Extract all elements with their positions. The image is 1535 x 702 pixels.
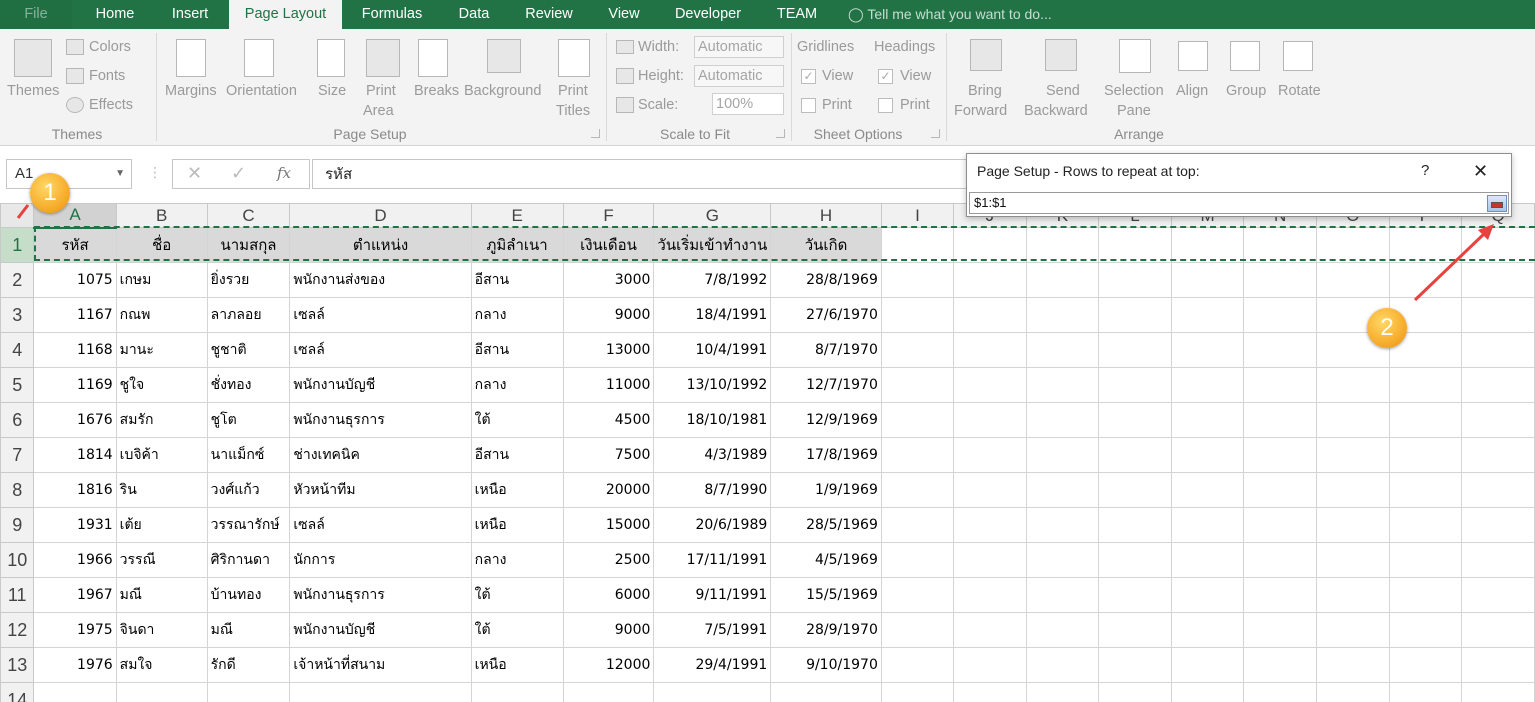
callout-badge-1: 1 [30,173,70,213]
annotation-overlay [16,204,1494,302]
annotation-arrow-line [1413,230,1488,302]
callout-badge-2: 2 [1367,308,1407,348]
annotation-arrow-line-1 [16,204,30,219]
